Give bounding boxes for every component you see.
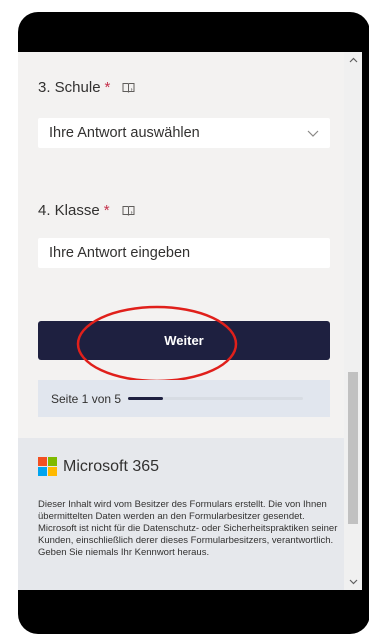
school-dropdown[interactable]: Ihre Antwort auswählen (38, 118, 330, 148)
microsoft-365-brand: Microsoft 365 (38, 457, 159, 476)
vertical-scrollbar[interactable] (344, 52, 362, 590)
form-content: 3. Schule * Ihre Antwort auswählen 4. Kl… (18, 52, 344, 590)
progress-label: Seite 1 von 5 (51, 391, 122, 406)
scrollbar-thumb[interactable] (348, 372, 358, 524)
form-screen: 3. Schule * Ihre Antwort auswählen 4. Kl… (18, 52, 344, 590)
school-dropdown-placeholder: Ihre Antwort auswählen (49, 125, 200, 141)
progress-fill (128, 397, 164, 400)
chevron-down-icon (307, 130, 319, 137)
immersive-reader-icon[interactable] (122, 82, 135, 93)
scroll-up-arrow-icon[interactable] (344, 52, 362, 68)
progress-track (128, 397, 304, 400)
question-4-label: 4. Klasse * (38, 202, 135, 219)
phone-frame: 3. Schule * Ihre Antwort auswählen 4. Kl… (18, 12, 369, 634)
disclaimer-text: Dieser Inhalt wird vom Besitzer des Form… (38, 499, 338, 558)
class-text-input[interactable]: Ihre Antwort eingeben (38, 238, 330, 268)
class-input-placeholder: Ihre Antwort eingeben (49, 245, 191, 261)
question-4-title: 4. Klasse (38, 202, 100, 219)
scroll-down-arrow-icon[interactable] (344, 574, 362, 590)
footer: Microsoft 365 Dieser Inhalt wird vom Bes… (18, 438, 344, 590)
next-button[interactable]: Weiter (38, 321, 330, 360)
required-marker: * (103, 202, 110, 219)
immersive-reader-icon[interactable] (122, 205, 135, 216)
question-3-title: 3. Schule (38, 79, 101, 96)
microsoft-logo-icon (38, 457, 57, 476)
required-marker: * (104, 79, 111, 96)
question-3-label: 3. Schule * (38, 79, 135, 96)
progress-indicator: Seite 1 von 5 (38, 380, 330, 417)
brand-name: Microsoft 365 (63, 457, 160, 475)
